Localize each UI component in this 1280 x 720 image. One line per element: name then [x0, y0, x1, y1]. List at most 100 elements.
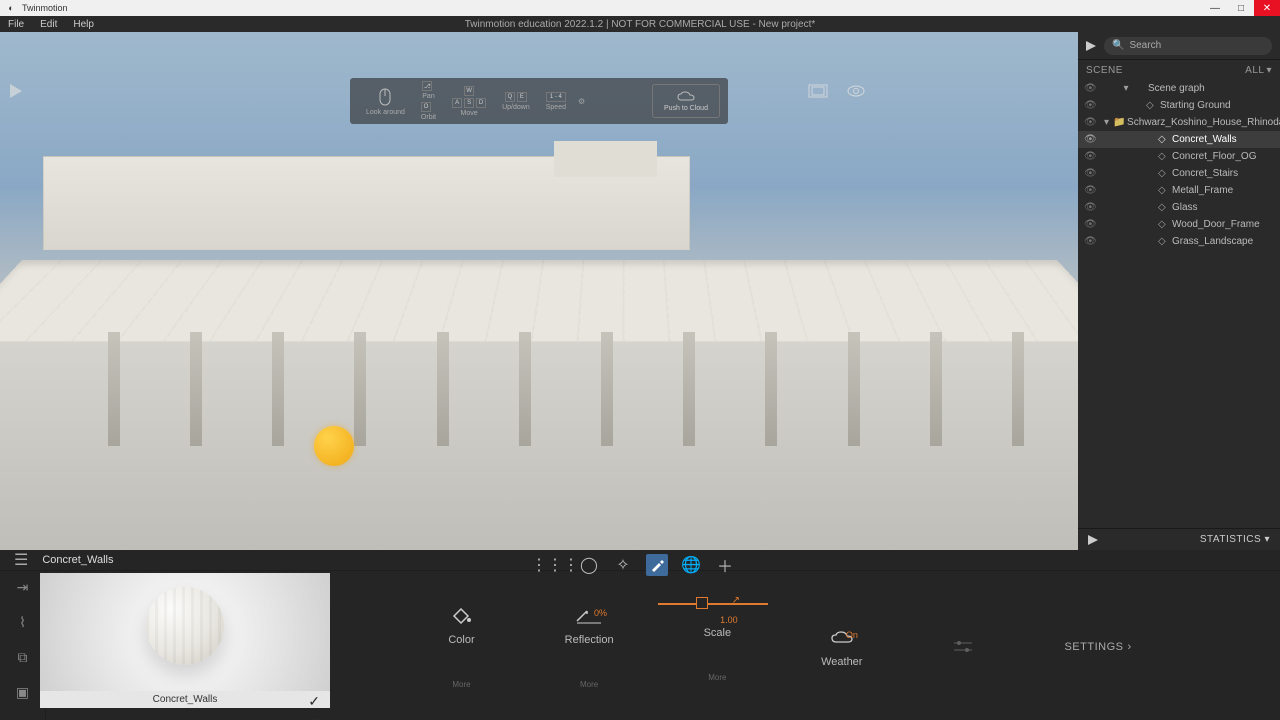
- tree-node-icon: ◇: [1158, 219, 1168, 230]
- tool-wand-icon[interactable]: ✧: [612, 554, 634, 576]
- tree-node-label: Concret_Walls: [1172, 134, 1237, 145]
- visibility-toggle-icon[interactable]: 👁: [1084, 185, 1096, 196]
- menu-file[interactable]: File: [0, 19, 32, 30]
- tool-grid-icon[interactable]: ⋮⋮⋮: [544, 554, 566, 576]
- tree-node-icon: ◇: [1158, 168, 1168, 179]
- visibility-toggle-icon[interactable]: 👁: [1084, 236, 1096, 247]
- scene-beams: [108, 332, 1024, 446]
- tree-node-icon: ◇: [1158, 134, 1168, 145]
- scene-search-input[interactable]: 🔍 Search: [1104, 37, 1272, 55]
- menu-edit[interactable]: Edit: [32, 19, 65, 30]
- push-to-cloud-button[interactable]: Push to Cloud: [652, 84, 720, 118]
- visibility-toggle-icon[interactable]: 👁: [1084, 202, 1096, 213]
- tree-row[interactable]: 👁 ◇ Starting Ground: [1078, 97, 1280, 114]
- scale-value: 1.00: [720, 615, 738, 625]
- check-icon[interactable]: ✓: [308, 693, 320, 710]
- bucket-icon: [450, 604, 472, 628]
- rail-import-icon[interactable]: ⇥: [17, 579, 29, 596]
- prop-color[interactable]: Color More: [448, 604, 474, 689]
- grid-view-icon[interactable]: ▦: [309, 716, 320, 720]
- visibility-toggle-icon[interactable]: 👁: [1084, 100, 1096, 111]
- scene-slab: [0, 260, 1078, 342]
- weather-value: On: [846, 630, 858, 640]
- scene-tree[interactable]: 👁▾Scene graph👁◇Starting Ground👁▾📁Schwarz…: [1078, 80, 1280, 528]
- tree-node-label: Concret_Floor_OG: [1172, 151, 1256, 162]
- visibility-toggle-icon[interactable]: 👁: [1084, 219, 1096, 230]
- tree-row[interactable]: 👁▾Scene graph: [1078, 80, 1280, 97]
- visibility-toggle-icon[interactable]: 👁: [1084, 83, 1096, 94]
- rail-media-icon[interactable]: ▣: [16, 684, 29, 701]
- nav-updown-label: Up/down: [502, 104, 530, 111]
- tree-row[interactable]: 👁◇Grass_Landscape: [1078, 233, 1280, 250]
- tool-eyedropper-icon[interactable]: [646, 554, 668, 576]
- nav-move-label: Move: [461, 110, 478, 117]
- tree-node-label: Starting Ground: [1160, 100, 1231, 111]
- sliders-icon: [952, 635, 974, 659]
- menu-help[interactable]: Help: [65, 19, 102, 30]
- navigation-help-widget: Look around ⎇ Pan O Orbit W ASD Move QE …: [350, 78, 728, 124]
- tree-node-label: Glass: [1172, 202, 1198, 213]
- prop-settings-extra[interactable]: [952, 635, 974, 659]
- tree-row[interactable]: 👁 ◇ Concret_Walls: [1078, 131, 1280, 148]
- visibility-eye-icon[interactable]: [846, 84, 866, 98]
- viewport-3d[interactable]: Look around ⎇ Pan O Orbit W ASD Move QE …: [0, 32, 1078, 550]
- tree-row[interactable]: 👁▾📁Schwarz_Koshino_House_Rhinodatei: [1078, 114, 1280, 131]
- visibility-toggle-icon[interactable]: 👁: [1084, 168, 1096, 179]
- prop-reflection[interactable]: 0% Reflection More: [565, 604, 614, 689]
- tool-add-icon[interactable]: ＋: [714, 554, 736, 576]
- tree-node-label: Metall_Frame: [1172, 185, 1233, 196]
- tool-lasso-icon[interactable]: ◯: [578, 554, 600, 576]
- arrow-up-right-icon: ↗: [732, 595, 740, 606]
- scale-slider-track[interactable]: [658, 603, 768, 605]
- prop-scale[interactable]: ↗ 1.00 Scale More: [704, 611, 732, 682]
- rail-adjust-icon[interactable]: ⧉: [18, 649, 28, 666]
- scene-filter-dropdown[interactable]: ALL ▾: [1245, 65, 1272, 76]
- material-preview-card[interactable]: designstrategies.org Concret_Walls ✓ ▦: [40, 573, 330, 720]
- tool-globe-icon[interactable]: 🌐: [680, 554, 702, 576]
- visibility-toggle-icon[interactable]: 👁: [1084, 117, 1096, 128]
- settings-button[interactable]: SETTINGS›: [1064, 641, 1131, 653]
- statistics-toggle[interactable]: STATISTICS ▾: [1200, 534, 1270, 545]
- tree-node-icon: ◇: [1146, 100, 1156, 111]
- viewport-play-button[interactable]: [10, 84, 22, 98]
- tree-twist-icon[interactable]: ▾: [1122, 83, 1130, 94]
- dock-menu-button[interactable]: ☰: [14, 550, 28, 570]
- chevron-down-icon: ▾: [1266, 65, 1272, 76]
- tree-row[interactable]: 👁 ◇ Glass: [1078, 199, 1280, 216]
- scene-header-label: SCENE: [1086, 65, 1123, 76]
- prop-weather[interactable]: On Weather: [821, 626, 862, 668]
- scene-panel: 🔍 Search SCENE ALL ▾ 👁▾Scene graph👁◇Star…: [1078, 32, 1280, 550]
- tree-node-icon: ◇: [1158, 151, 1168, 162]
- nav-look-around-label: Look around: [366, 109, 405, 116]
- os-titlebar: ◐ Twinmotion — □ ✕: [0, 0, 1280, 16]
- tree-node-label: Wood_Door_Frame: [1172, 219, 1260, 230]
- tree-row[interactable]: 👁 ◇ Concret_Floor_OG: [1078, 148, 1280, 165]
- window-minimize-button[interactable]: —: [1202, 0, 1228, 16]
- tree-row[interactable]: 👁◇Concret_Stairs: [1078, 165, 1280, 182]
- material-properties: Color More 0% Reflection More ↗ 1.00 Sca…: [330, 571, 1280, 720]
- scene-play-button[interactable]: [1086, 41, 1096, 51]
- window-maximize-button[interactable]: □: [1228, 0, 1254, 16]
- stats-play-button[interactable]: [1088, 535, 1098, 545]
- app-logo-icon: ◐: [4, 1, 18, 15]
- cursor-highlight-icon: [314, 426, 354, 466]
- tree-node-icon: ◇: [1158, 202, 1168, 213]
- material-preview-label: Concret_Walls: [40, 691, 330, 708]
- dock-toolbar: ⋮⋮⋮ ◯ ✧ 🌐 ＋: [544, 554, 736, 576]
- menu-bar: File Edit Help Twinmotion education 2022…: [0, 16, 1280, 32]
- tree-node-label: Schwarz_Koshino_House_Rhinodatei: [1127, 117, 1280, 128]
- tree-row[interactable]: 👁 ◇ Metall_Frame: [1078, 182, 1280, 199]
- safe-frame-icon[interactable]: [808, 84, 828, 98]
- tree-node-icon: ◇: [1158, 185, 1168, 196]
- visibility-toggle-icon[interactable]: 👁: [1084, 151, 1096, 162]
- visibility-toggle-icon[interactable]: 👁: [1084, 134, 1096, 145]
- bottom-dock: ☰ Concret_Walls ⋮⋮⋮ ◯ ✧ 🌐 ＋ ⇥ ⌇ ⧉ ▣ ⤓ de…: [0, 550, 1280, 720]
- window-close-button[interactable]: ✕: [1254, 0, 1280, 16]
- material-preview-image: [40, 573, 330, 691]
- rail-path-icon[interactable]: ⌇: [19, 614, 26, 631]
- tree-twist-icon[interactable]: ▾: [1104, 117, 1109, 128]
- tree-row[interactable]: 👁 ◇ Wood_Door_Frame: [1078, 216, 1280, 233]
- dock-breadcrumb[interactable]: Concret_Walls: [42, 554, 113, 566]
- scale-slider-knob[interactable]: [696, 597, 708, 609]
- chevron-right-icon: ›: [1127, 641, 1131, 653]
